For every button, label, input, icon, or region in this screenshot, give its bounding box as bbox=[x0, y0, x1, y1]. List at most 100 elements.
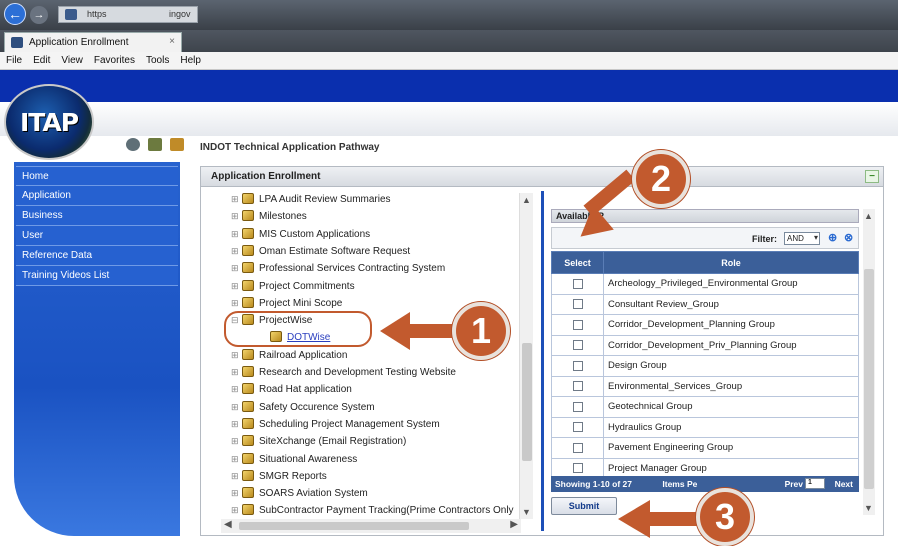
tree-horizontal-scrollbar[interactable]: ◀ ▶ bbox=[221, 519, 521, 533]
tab-close-icon[interactable]: × bbox=[169, 36, 175, 47]
sidebar-item-user[interactable]: User bbox=[16, 226, 178, 246]
expand-node-icon[interactable]: ⊞ bbox=[231, 281, 239, 292]
table-row[interactable]: Geotechnical Group bbox=[551, 396, 859, 418]
tree-item[interactable]: ⊞ Research and Development Testing Websit… bbox=[231, 366, 456, 383]
forward-button[interactable]: → bbox=[30, 6, 48, 24]
tree-item[interactable]: ⊞ SiteXchange (Email Registration) bbox=[231, 435, 406, 452]
tree-item[interactable]: ⊞ Scheduling Project Management System bbox=[231, 417, 440, 435]
table-row[interactable]: Corridor_Development_Priv_Planning Group bbox=[551, 334, 859, 356]
tree-item[interactable]: ⊞ MIS Custom Applications bbox=[231, 227, 370, 245]
tree-item-label[interactable]: Project Commitments bbox=[259, 281, 355, 292]
tree-item[interactable]: ⊞ LPA Audit Review Summaries bbox=[231, 193, 391, 210]
tree-item-label[interactable]: Oman Estimate Software Request bbox=[259, 246, 410, 257]
scroll-right-icon[interactable]: ▶ bbox=[510, 519, 518, 530]
tree-item-label[interactable]: SubContractor Payment Tracking(Prime Con… bbox=[259, 505, 514, 516]
tree-item[interactable]: ⊞ Professional Services Contracting Syste… bbox=[231, 262, 445, 279]
role-checkbox[interactable] bbox=[572, 422, 583, 433]
filter-select[interactable]: AND bbox=[784, 232, 820, 245]
role-checkbox[interactable] bbox=[572, 401, 583, 412]
scroll-left-icon[interactable]: ◀ bbox=[224, 519, 232, 530]
tree-item-label[interactable]: SiteXchange (Email Registration) bbox=[259, 436, 406, 447]
tree-item[interactable]: ⊞ SOARS Aviation System bbox=[231, 487, 368, 504]
table-row[interactable]: Pavement Engineering Group bbox=[551, 437, 859, 459]
scroll-down-icon[interactable]: ▼ bbox=[522, 507, 531, 517]
tree-item-label[interactable]: SMGR Reports bbox=[259, 471, 327, 482]
tree-item-label[interactable]: SOARS Aviation System bbox=[259, 488, 368, 499]
menu-tools[interactable]: Tools bbox=[140, 52, 174, 66]
tree-item-label[interactable]: LPA Audit Review Summaries bbox=[259, 194, 391, 205]
expand-node-icon[interactable]: ⊞ bbox=[231, 402, 239, 413]
refresh-icon[interactable] bbox=[126, 138, 140, 151]
role-checkbox[interactable] bbox=[572, 340, 583, 351]
back-button[interactable]: ← bbox=[4, 3, 26, 25]
sidebar-item-training-videos[interactable]: Training Videos List bbox=[16, 266, 178, 286]
sidebar-item-application[interactable]: Application bbox=[16, 186, 178, 206]
sidebar-item-business[interactable]: Business bbox=[16, 206, 178, 226]
expand-node-icon[interactable]: ⊞ bbox=[231, 350, 239, 361]
tree-item-label[interactable]: Road Hat application bbox=[259, 384, 352, 395]
role-checkbox[interactable] bbox=[572, 463, 583, 474]
tree-item[interactable]: ⊞ Oman Estimate Software Request bbox=[231, 244, 410, 262]
expand-node-icon[interactable]: ⊞ bbox=[231, 211, 239, 222]
menu-edit[interactable]: Edit bbox=[27, 52, 55, 66]
panel-splitter[interactable] bbox=[541, 191, 544, 531]
tree-item[interactable]: ⊞ Safety Occurence System bbox=[231, 400, 375, 418]
edit-icon[interactable] bbox=[148, 138, 163, 151]
tree-scroll-thumb[interactable] bbox=[522, 343, 532, 461]
expand-node-icon[interactable]: ⊞ bbox=[231, 367, 239, 378]
pager-items-per-page[interactable]: Items Pe bbox=[662, 479, 697, 489]
sidebar-item-home[interactable]: Home bbox=[16, 166, 178, 186]
tree-item-label[interactable]: Scheduling Project Management System bbox=[259, 419, 440, 430]
table-row[interactable]: Design Group bbox=[551, 355, 859, 377]
collapse-button[interactable]: − bbox=[865, 170, 879, 183]
menu-help[interactable]: Help bbox=[174, 52, 206, 66]
tree-item[interactable]: ⊞ SMGR Reports bbox=[231, 469, 327, 487]
role-column-header[interactable]: Role bbox=[603, 251, 859, 274]
tree-item-label[interactable]: Project Mini Scope bbox=[259, 298, 342, 309]
scroll-down-icon[interactable]: ▼ bbox=[864, 503, 873, 513]
next-page-button[interactable]: Next bbox=[835, 479, 853, 489]
tab-application-enrollment[interactable]: Application Enrollment × bbox=[4, 32, 182, 52]
table-row[interactable]: Consultant Review_Group bbox=[551, 293, 859, 315]
role-checkbox[interactable] bbox=[572, 299, 583, 310]
expand-node-icon[interactable]: ⊞ bbox=[231, 194, 239, 205]
tree-item-label[interactable]: Professional Services Contracting System bbox=[259, 263, 445, 274]
tree-item-label[interactable]: MIS Custom Applications bbox=[259, 229, 370, 240]
role-checkbox[interactable] bbox=[572, 381, 583, 392]
roles-vertical-scrollbar[interactable]: ▲ ▼ bbox=[863, 209, 875, 515]
people-icon[interactable] bbox=[170, 138, 185, 151]
tree-item-label[interactable]: Railroad Application bbox=[259, 350, 347, 361]
tree-item-label[interactable]: Milestones bbox=[259, 211, 307, 222]
expand-node-icon[interactable]: ⊞ bbox=[231, 488, 239, 499]
tree-hscroll-thumb[interactable] bbox=[239, 522, 469, 530]
tree-item-label[interactable]: Situational Awareness bbox=[259, 454, 357, 465]
expand-node-icon[interactable]: ⊞ bbox=[231, 454, 239, 465]
menu-file[interactable]: File bbox=[0, 52, 27, 66]
sidebar-item-reference-data[interactable]: Reference Data bbox=[16, 246, 178, 266]
expand-node-icon[interactable]: ⊞ bbox=[231, 419, 239, 430]
expand-node-icon[interactable]: ⊞ bbox=[231, 436, 239, 447]
tree-item[interactable]: ⊞ Railroad Application bbox=[231, 348, 347, 366]
page-select[interactable]: 1 bbox=[805, 478, 825, 489]
tree-item-label[interactable]: Safety Occurence System bbox=[259, 402, 375, 413]
roles-scroll-thumb[interactable] bbox=[864, 269, 874, 489]
submit-button[interactable]: Submit bbox=[551, 497, 617, 515]
role-checkbox[interactable] bbox=[572, 360, 583, 371]
expand-node-icon[interactable]: ⊞ bbox=[231, 384, 239, 395]
table-row[interactable]: Environmental_Services_Group bbox=[551, 375, 859, 397]
itap-logo[interactable]: ITAP bbox=[4, 84, 94, 160]
tree-item[interactable]: ⊞ Road Hat application bbox=[231, 383, 352, 400]
tree-item[interactable]: ⊞ Milestones bbox=[231, 210, 307, 227]
expand-node-icon[interactable]: ⊞ bbox=[231, 505, 239, 516]
prev-page-button[interactable]: Prev bbox=[785, 479, 803, 489]
filter-add-icon[interactable]: ⊕ bbox=[828, 231, 840, 245]
address-bar[interactable]: https ingov bbox=[58, 6, 198, 23]
expand-node-icon[interactable]: ⊞ bbox=[231, 263, 239, 274]
scroll-up-icon[interactable]: ▲ bbox=[522, 195, 531, 205]
scroll-up-icon[interactable]: ▲ bbox=[864, 211, 873, 221]
role-checkbox[interactable] bbox=[572, 319, 583, 330]
table-row[interactable]: Hydraulics Group bbox=[551, 416, 859, 438]
filter-clear-icon[interactable]: ⊗ bbox=[844, 231, 856, 245]
expand-node-icon[interactable]: ⊞ bbox=[231, 229, 239, 240]
menu-favorites[interactable]: Favorites bbox=[88, 52, 140, 66]
